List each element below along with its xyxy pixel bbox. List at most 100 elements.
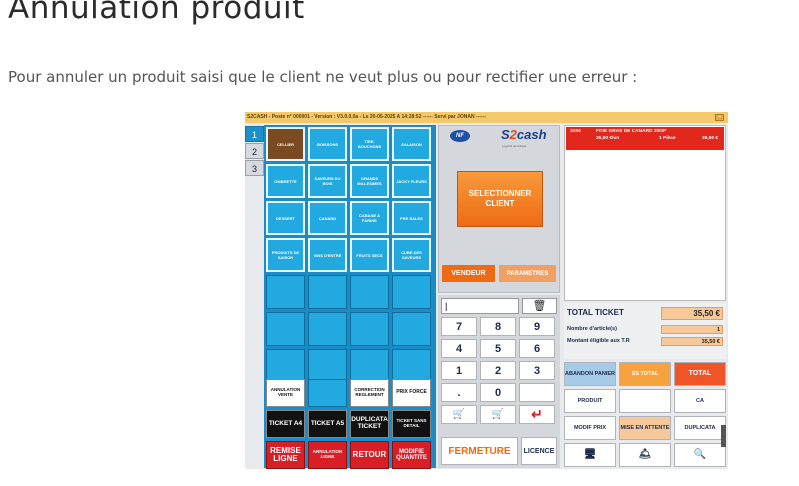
key-5[interactable]: 5	[480, 339, 516, 358]
keypad-display[interactable]: |	[441, 298, 519, 314]
service-bell-icon[interactable]: 🛎	[619, 443, 671, 467]
pos-screenshot: S2CASH - Poste n° 000001 - Version : V3.…	[245, 112, 728, 469]
mise-en-attente-button[interactable]: MISE EN ATTENTE	[619, 416, 671, 440]
empty-product-slot[interactable]	[392, 312, 431, 346]
empty-product-slot[interactable]	[308, 275, 347, 309]
product-button[interactable]: CABANE A FARINE	[350, 201, 389, 235]
duplicata-ticket-button[interactable]: DUPLICATA TICKET	[350, 410, 389, 438]
modifie-quantite-button[interactable]: MODIFIE QUANTITE	[392, 441, 431, 469]
product-button[interactable]: PRE SALES	[392, 201, 431, 235]
tab-3[interactable]: 3	[245, 160, 264, 176]
product-button[interactable]: CANARD	[308, 201, 347, 235]
product-button[interactable]: DESSERT	[266, 201, 305, 235]
search-ticket-icon[interactable]: 🔍	[674, 443, 726, 467]
ticket-line[interactable]: 3104 FOIE GRAS DE CANARD 2000* 35,50 €/u…	[566, 127, 724, 150]
product-button[interactable]: GRANDS MILLESIMES	[350, 164, 389, 198]
empty-product-slot[interactable]	[266, 349, 305, 383]
produit-button[interactable]: PRODUIT	[564, 389, 616, 413]
empty-product-slot[interactable]	[350, 312, 389, 346]
key-9[interactable]: 9	[519, 317, 555, 336]
product-button[interactable]: OMBRETTE	[266, 164, 305, 198]
abandon-panier-button[interactable]: ABANDON PANIER	[564, 362, 616, 386]
key-8[interactable]: 8	[480, 317, 516, 336]
key-dot[interactable]: .	[441, 383, 477, 402]
s2cash-logo: S2cash	[501, 127, 547, 142]
product-button[interactable]: VINS D'ENTRE	[308, 238, 347, 272]
licence-button[interactable]: LICENCE	[521, 437, 557, 465]
middle-column: NF S2cash Logiciel de Caisse SELECTIONNE…	[438, 125, 560, 468]
logo-s: S	[501, 127, 510, 142]
empty-product-slot[interactable]	[308, 349, 347, 383]
action-grid: ANNULATION VENTE CORRECTION REGLEMENT PR…	[266, 379, 434, 469]
sous-total-button[interactable]: SS TOTAL	[619, 362, 671, 386]
tab-1[interactable]: 1	[245, 126, 264, 142]
line-ref: 3104	[570, 129, 581, 134]
app-titlebar-text: S2CASH - Poste n° 000001 - Version : V3.…	[247, 114, 486, 120]
product-button[interactable]: CUBE DES SAVEURS	[392, 238, 431, 272]
empty-product-slot[interactable]	[266, 312, 305, 346]
empty-product-slot[interactable]	[308, 312, 347, 346]
parametres-button[interactable]: PARAMETRES	[499, 265, 556, 282]
empty-product-slot[interactable]	[392, 349, 431, 383]
total-button[interactable]: TOTAL	[674, 362, 726, 386]
cashier-icon: SS TOTAL	[631, 370, 659, 377]
key-4[interactable]: 4	[441, 339, 477, 358]
remise-ligne-button[interactable]: REMISE LIGNE	[266, 441, 305, 469]
total-ticket-label: TOTAL TICKET	[567, 308, 624, 317]
page-title: Annulation produit	[8, 0, 305, 26]
product-button[interactable]: JACKY FLEURS	[392, 164, 431, 198]
tab-2[interactable]: 2	[245, 143, 264, 159]
fermeture-button[interactable]: FERMETURE	[441, 437, 518, 465]
product-button[interactable]: SAVEURS DU BOIS	[308, 164, 347, 198]
correction-reglement-button[interactable]: CORRECTION REGLEMENT	[350, 379, 389, 407]
product-button[interactable]: TIRE-BOUCHONS	[350, 127, 389, 161]
empty-action-slot[interactable]	[308, 379, 347, 407]
side-handle[interactable]	[721, 425, 726, 447]
key-0[interactable]: 0	[480, 383, 516, 402]
total-ticket-value: 35,50 €	[661, 307, 723, 320]
empty-product-slot[interactable]	[266, 275, 305, 309]
product-button[interactable]: CELLIER	[266, 127, 305, 161]
empty-product-slot[interactable]	[350, 275, 389, 309]
ca-button[interactable]: CA	[674, 389, 726, 413]
retour-button[interactable]: RETOUR	[350, 441, 389, 469]
product-button[interactable]: BOISSONS	[308, 127, 347, 161]
logo-subtitle: Logiciel de Caisse	[502, 144, 527, 148]
key-6[interactable]: 6	[519, 339, 555, 358]
product-button[interactable]: SALAISON	[392, 127, 431, 161]
ticket-column: 3104 FOIE GRAS DE CANARD 2000* 35,50 €/u…	[564, 125, 726, 468]
line-price: 35,50 €	[701, 136, 718, 141]
ticket-a5-button[interactable]: TICKET A5	[308, 410, 347, 438]
product-button[interactable]: FRUITS SECS	[350, 238, 389, 272]
prix-force-button[interactable]: PRIX FORCE	[392, 379, 431, 407]
minimize-button[interactable]: –	[715, 114, 724, 121]
key-empty[interactable]	[519, 383, 555, 402]
product-grid-area: CELLIER BOISSONS TIRE-BOUCHONS SALAISON …	[264, 125, 436, 469]
empty-product-slot[interactable]	[350, 349, 389, 383]
enter-arrow-icon[interactable]: ↵	[519, 405, 555, 424]
ticket-a4-button[interactable]: TICKET A4	[266, 410, 305, 438]
annulation-ligne-button[interactable]: ANNULATION LIGNE	[308, 441, 347, 469]
tr-amount-label: Montant éligible aux T.R	[567, 338, 630, 344]
logo-panel: NF S2cash Logiciel de Caisse SELECTIONNE…	[438, 125, 560, 293]
cart-icon[interactable]: 🛒	[480, 405, 516, 424]
product-button[interactable]: PRODUITS DE SAISON	[266, 238, 305, 272]
empty-product-slot[interactable]	[392, 275, 431, 309]
key-1[interactable]: 1	[441, 361, 477, 380]
cashier-icon[interactable]: 🖥	[564, 443, 616, 467]
ticket-panel: 3104 FOIE GRAS DE CANARD 2000* 35,50 €/u…	[564, 125, 726, 301]
key-7[interactable]: 7	[441, 317, 477, 336]
ticket-sans-detail-button[interactable]: TICKET SANS DETAIL	[392, 410, 431, 438]
key-3[interactable]: 3	[519, 361, 555, 380]
duplicata-button[interactable]: DUPLICATA	[674, 416, 726, 440]
modif-prix-button[interactable]: MODIF PRIX	[564, 416, 616, 440]
empty-function-slot[interactable]	[619, 389, 671, 413]
cart-icon[interactable]: 🛒	[441, 405, 477, 424]
annulation-vente-button[interactable]: ANNULATION VENTE	[266, 379, 305, 407]
intro-text: Pour annuler un produit saisi que le cli…	[8, 68, 638, 86]
vendeur-button[interactable]: VENDEUR	[442, 265, 495, 282]
key-2[interactable]: 2	[480, 361, 516, 380]
trash-icon[interactable]: 🗑	[522, 298, 557, 314]
nf-logo: NF	[450, 130, 470, 142]
select-client-button[interactable]: SELECTIONNER CLIENT	[457, 171, 543, 227]
